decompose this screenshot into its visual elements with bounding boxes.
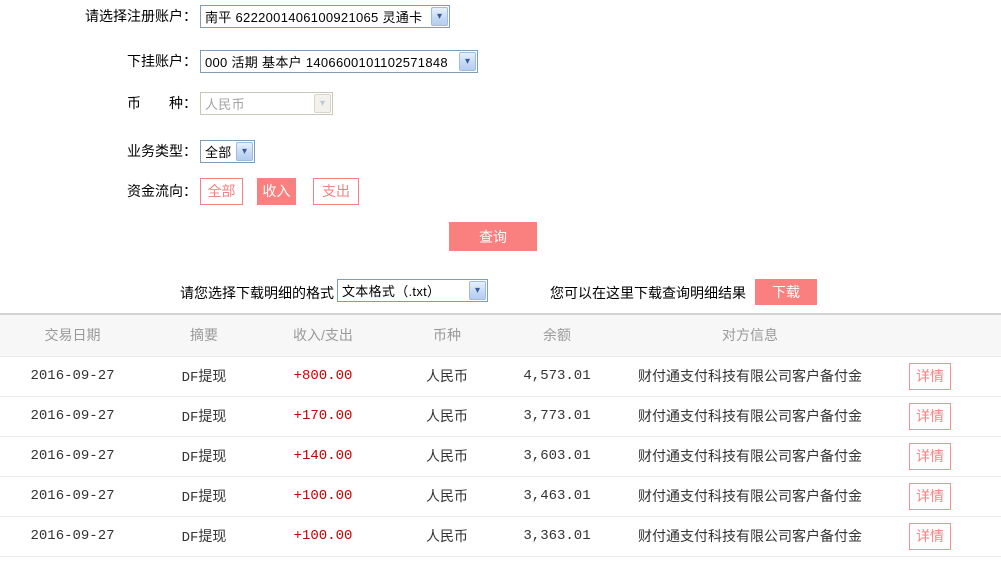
registered-account-label: 请选择注册账户： <box>85 8 197 24</box>
detail-button[interactable]: 详情 <box>909 362 951 390</box>
cell-summary: DF提现 <box>145 476 263 517</box>
registered-account-select[interactable]: 南平 6222001406100921065 灵通卡 ▾ <box>200 5 450 28</box>
cell-amount: +140.00 <box>263 436 383 477</box>
cell-amount: +100.00 <box>263 476 383 517</box>
sub-account-value: 000 活期 基本户 1406600101102571848 <box>205 55 448 70</box>
detail-button[interactable]: 详情 <box>909 402 951 430</box>
cell-currency: 人民币 <box>383 476 511 517</box>
detail-button[interactable]: 详情 <box>909 442 951 470</box>
table-row: 2016-09-27 DF提现 +170.00 人民币 3,773.01 财付通… <box>0 396 1001 437</box>
cell-counterparty: 财付通支付科技有限公司客户备付金 <box>603 356 897 397</box>
cell-summary: DF提现 <box>145 516 263 557</box>
table-header-row: 交易日期 摘要 收入/支出 币种 余额 对方信息 <box>0 314 1001 357</box>
header-action <box>897 314 1001 357</box>
download-hint-label: 您可以在这里下载查询明细结果 <box>550 285 746 301</box>
header-summary: 摘要 <box>145 314 263 357</box>
download-format-label: 请您选择下载明细的格式 <box>180 285 334 301</box>
query-button[interactable]: 查询 <box>449 222 537 251</box>
cell-balance: 3,463.01 <box>511 476 603 517</box>
cell-date: 2016-09-27 <box>0 516 145 557</box>
sub-account-label: 下挂账户： <box>127 53 197 69</box>
cell-currency: 人民币 <box>383 516 511 557</box>
cell-currency: 人民币 <box>383 396 511 437</box>
header-counterparty: 对方信息 <box>603 314 897 357</box>
cell-balance: 4,573.01 <box>511 356 603 397</box>
header-balance: 余额 <box>511 314 603 357</box>
table-row: 2016-09-27 DF提现 +800.00 人民币 4,573.01 财付通… <box>0 356 1001 397</box>
cell-currency: 人民币 <box>383 436 511 477</box>
cell-date: 2016-09-27 <box>0 396 145 437</box>
chevron-down-icon[interactable]: ▾ <box>431 7 448 26</box>
cell-summary: DF提现 <box>145 436 263 477</box>
chevron-down-icon[interactable]: ▾ <box>236 142 253 161</box>
cell-counterparty: 财付通支付科技有限公司客户备付金 <box>603 396 897 437</box>
chevron-down-icon[interactable]: ▾ <box>469 281 486 300</box>
cell-date: 2016-09-27 <box>0 356 145 397</box>
download-format-value: 文本格式（.txt） <box>342 284 441 299</box>
cell-counterparty: 财付通支付科技有限公司客户备付金 <box>603 436 897 477</box>
transaction-query-form: 请选择注册账户： 南平 6222001406100921065 灵通卡 ▾ 下挂… <box>0 0 1001 313</box>
flow-option-income[interactable]: 收入 <box>257 178 296 205</box>
cell-balance: 3,773.01 <box>511 396 603 437</box>
biz-type-label: 业务类型： <box>127 143 197 159</box>
currency-value: 人民币 <box>205 97 245 112</box>
detail-button[interactable]: 详情 <box>909 482 951 510</box>
currency-select: 人民币 ▾ <box>200 92 333 115</box>
download-format-select[interactable]: 文本格式（.txt） ▾ <box>337 279 488 302</box>
transaction-table: 交易日期 摘要 收入/支出 币种 余额 对方信息 2016-09-27 DF提现… <box>0 313 1001 557</box>
header-currency: 币种 <box>383 314 511 357</box>
fund-flow-label: 资金流向： <box>127 183 197 199</box>
currency-label: 币 种： <box>127 95 197 111</box>
flow-option-all[interactable]: 全部 <box>200 178 243 205</box>
cell-counterparty: 财付通支付科技有限公司客户备付金 <box>603 476 897 517</box>
registered-account-value: 南平 6222001406100921065 灵通卡 <box>205 10 423 25</box>
cell-date: 2016-09-27 <box>0 476 145 517</box>
biz-type-select[interactable]: 全部 ▾ <box>200 140 255 163</box>
cell-balance: 3,603.01 <box>511 436 603 477</box>
cell-amount: +800.00 <box>263 356 383 397</box>
chevron-down-icon[interactable]: ▾ <box>459 52 476 71</box>
header-date: 交易日期 <box>0 314 145 357</box>
cell-amount: +170.00 <box>263 396 383 437</box>
chevron-down-icon: ▾ <box>314 94 331 113</box>
biz-type-value: 全部 <box>205 145 232 160</box>
flow-option-expense[interactable]: 支出 <box>313 178 359 205</box>
sub-account-select[interactable]: 000 活期 基本户 1406600101102571848 ▾ <box>200 50 478 73</box>
cell-currency: 人民币 <box>383 356 511 397</box>
table-row: 2016-09-27 DF提现 +100.00 人民币 3,363.01 财付通… <box>0 516 1001 557</box>
table-row: 2016-09-27 DF提现 +140.00 人民币 3,603.01 财付通… <box>0 436 1001 477</box>
cell-balance: 3,363.01 <box>511 516 603 557</box>
cell-date: 2016-09-27 <box>0 436 145 477</box>
cell-amount: +100.00 <box>263 516 383 557</box>
cell-counterparty: 财付通支付科技有限公司客户备付金 <box>603 516 897 557</box>
cell-summary: DF提现 <box>145 356 263 397</box>
detail-button[interactable]: 详情 <box>909 522 951 550</box>
header-amount: 收入/支出 <box>263 314 383 357</box>
download-button[interactable]: 下载 <box>755 279 817 305</box>
cell-summary: DF提现 <box>145 396 263 437</box>
table-row: 2016-09-27 DF提现 +100.00 人民币 3,463.01 财付通… <box>0 476 1001 517</box>
